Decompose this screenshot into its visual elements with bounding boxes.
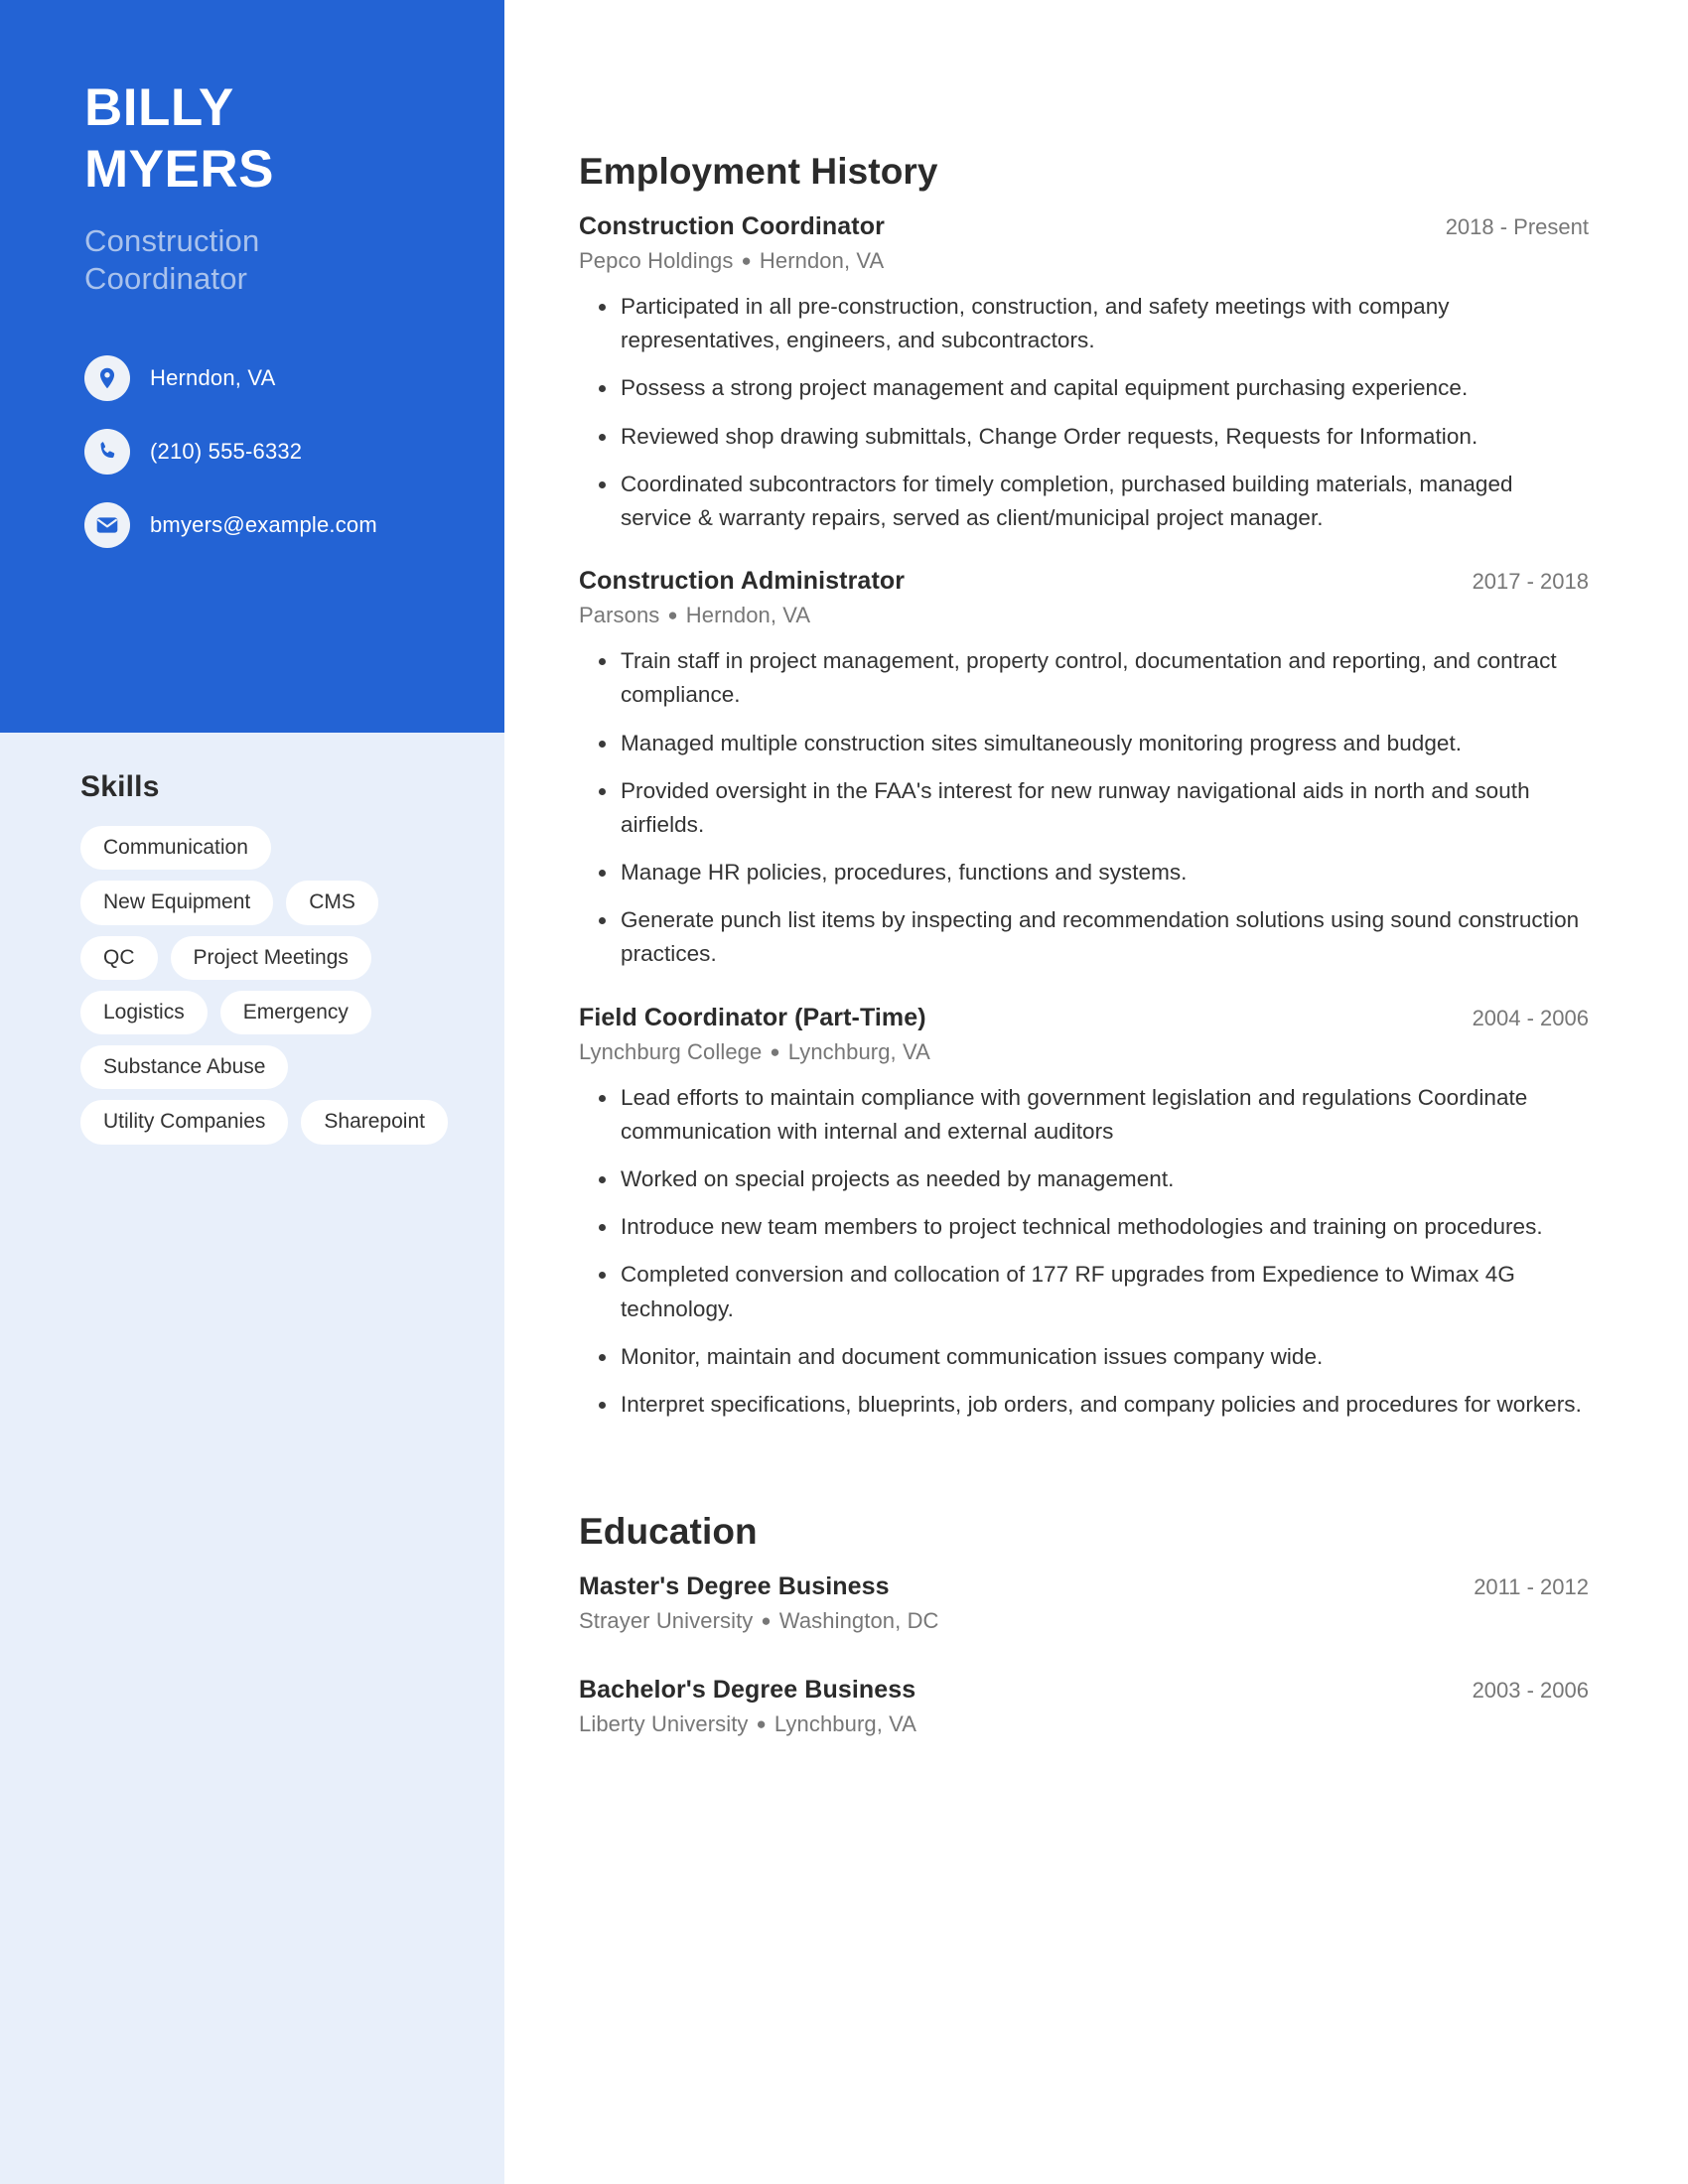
main-content: Employment History Construction Coordina… <box>504 0 1688 2184</box>
skill-pill[interactable]: New Equipment <box>80 881 274 925</box>
education-entry-title: Master's Degree Business <box>579 1572 890 1601</box>
last-name: MYERS <box>84 140 274 199</box>
bullet-item: Manage HR policies, procedures, function… <box>579 856 1589 889</box>
education-entry-header: Master's Degree Business 2011 - 2012 <box>579 1572 1589 1601</box>
bullet-item: Coordinated subcontractors for timely co… <box>579 468 1589 535</box>
employment-entry-subtitle: Parsons ● Herndon, VA <box>579 603 1589 628</box>
employment-history-heading: Employment History <box>579 151 938 192</box>
sidebar-header: BILLY MYERS Construction Coordinator Her… <box>0 0 504 733</box>
employment-entry-location: Lynchburg, VA <box>787 1038 930 1064</box>
education-entry-location: Washington, DC <box>778 1608 939 1634</box>
employment-entry: Field Coordinator (Part-Time) 2004 - 200… <box>579 1004 1589 1423</box>
bullet-item: Lead efforts to maintain compliance with… <box>579 1081 1589 1149</box>
bullet-separator-icon: ● <box>770 1041 780 1061</box>
employment-entry-date: 2004 - 2006 <box>1472 1005 1589 1030</box>
phone-icon <box>84 428 130 475</box>
employment-entry-company: Parsons <box>579 603 660 628</box>
employment-entry-header: Field Coordinator (Part-Time) 2004 - 200… <box>579 1004 1589 1032</box>
skills-section: Skills Communication New Equipment CMS Q… <box>0 733 504 1145</box>
employment-entry-company: Lynchburg College <box>579 1038 763 1064</box>
bullet-item: Managed multiple construction sites simu… <box>579 727 1589 760</box>
skill-pill[interactable]: CMS <box>286 881 378 925</box>
job-title-line-2: Coordinator <box>84 260 248 296</box>
contact-item-email: bmyers@example.com <box>84 501 435 548</box>
skill-pill[interactable]: Sharepoint <box>301 1100 448 1145</box>
skill-pill[interactable]: Logistics <box>80 990 208 1034</box>
candidate-job-title: Construction Coordinator <box>84 222 435 298</box>
education-entry-subtitle: Liberty University ● Lynchburg, VA <box>579 1711 1589 1737</box>
skill-pill[interactable]: QC <box>80 935 158 980</box>
employment-entry-title: Construction Coordinator <box>579 212 885 240</box>
education-entry-location: Lynchburg, VA <box>774 1711 917 1737</box>
skill-pill[interactable]: Utility Companies <box>80 1100 289 1145</box>
education-entry-school: Liberty University <box>579 1711 749 1737</box>
education-heading: Education <box>579 1511 758 1553</box>
employment-entry-subtitle: Pepco Holdings ● Herndon, VA <box>579 248 1589 274</box>
bullet-item: Train staff in project management, prope… <box>579 644 1589 712</box>
entry-spacer <box>579 986 1589 1004</box>
employment-entry-header: Construction Administrator 2017 - 2018 <box>579 567 1589 596</box>
resume-page: BILLY MYERS Construction Coordinator Her… <box>0 0 1688 2184</box>
skill-pill[interactable]: Project Meetings <box>170 935 371 980</box>
bullet-item: Worked on special projects as needed by … <box>579 1162 1589 1196</box>
bullet-item: Completed conversion and collocation of … <box>579 1258 1589 1325</box>
contact-item-phone: (210) 555-6332 <box>84 428 435 475</box>
bullet-separator-icon: ● <box>756 1714 767 1734</box>
entry-spacer <box>579 549 1589 567</box>
sidebar: BILLY MYERS Construction Coordinator Her… <box>0 0 504 2184</box>
employment-entry-company: Pepco Holdings <box>579 248 734 273</box>
education-entry-date: 2011 - 2012 <box>1474 1574 1589 1600</box>
employment-entry-location: Herndon, VA <box>685 603 811 628</box>
education-entry-school: Strayer University <box>579 1608 754 1634</box>
employment-entry-title: Field Coordinator (Part-Time) <box>579 1003 926 1031</box>
email-envelope-icon <box>84 501 130 548</box>
bullet-item: Monitor, maintain and document communica… <box>579 1340 1589 1374</box>
job-title-line-1: Construction <box>84 223 260 258</box>
bullet-item: Interpret specifications, blueprints, jo… <box>579 1388 1589 1422</box>
contact-location-text: Herndon, VA <box>150 364 276 390</box>
employment-entry-title: Construction Administrator <box>579 567 906 596</box>
bullet-item: Participated in all pre-construction, co… <box>579 290 1589 357</box>
education-entry-header: Bachelor's Degree Business 2003 - 2006 <box>579 1676 1589 1705</box>
employment-entry-bullets: Participated in all pre-construction, co… <box>579 290 1589 535</box>
contact-phone-text: (210) 555-6332 <box>150 438 303 464</box>
education-entry-subtitle: Strayer University ● Washington, DC <box>579 1608 1589 1634</box>
skill-pill[interactable]: Emergency <box>219 990 371 1034</box>
employment-entry-subtitle: Lynchburg College ● Lynchburg, VA <box>579 1039 1589 1065</box>
employment-history-section: Employment History Construction Coordina… <box>579 151 1589 1422</box>
bullet-item: Provided oversight in the FAA's interest… <box>579 774 1589 842</box>
skill-pill[interactable]: Communication <box>80 826 271 871</box>
employment-entry-bullets: Lead efforts to maintain compliance with… <box>579 1081 1589 1423</box>
bullet-item: Introduce new team members to project te… <box>579 1210 1589 1244</box>
first-name: BILLY <box>84 78 234 137</box>
employment-entry-location: Herndon, VA <box>759 248 885 273</box>
employment-entry-date: 2017 - 2018 <box>1472 569 1589 595</box>
education-entry-date: 2003 - 2006 <box>1472 1678 1589 1704</box>
skills-heading: Skills <box>80 770 160 803</box>
bullet-separator-icon: ● <box>761 1611 772 1631</box>
skills-pill-list: Communication New Equipment CMS QC Proje… <box>80 826 458 1145</box>
education-entry: Master's Degree Business 2011 - 2012 Str… <box>579 1572 1589 1634</box>
employment-entry: Construction Administrator 2017 - 2018 P… <box>579 567 1589 972</box>
bullet-separator-icon: ● <box>667 606 678 625</box>
bullet-item: Possess a strong project management and … <box>579 371 1589 405</box>
candidate-name: BILLY MYERS <box>84 77 435 201</box>
bullet-item: Generate punch list items by inspecting … <box>579 903 1589 971</box>
education-entry-title: Bachelor's Degree Business <box>579 1676 916 1705</box>
employment-entry-header: Construction Coordinator 2018 - Present <box>579 212 1589 241</box>
contact-email-text: bmyers@example.com <box>150 511 377 537</box>
contact-item-location: Herndon, VA <box>84 354 435 401</box>
education-entry: Bachelor's Degree Business 2003 - 2006 L… <box>579 1676 1589 1737</box>
employment-entry: Construction Coordinator 2018 - Present … <box>579 212 1589 535</box>
bullet-separator-icon: ● <box>741 251 752 270</box>
contact-list: Herndon, VA (210) 555-6332 bmyers@exampl… <box>84 354 435 548</box>
education-section: Education Master's Degree Business 2011 … <box>579 1511 1589 1737</box>
bullet-item: Reviewed shop drawing submittals, Change… <box>579 420 1589 454</box>
location-pin-icon <box>84 354 130 401</box>
skill-pill[interactable]: Substance Abuse <box>80 1045 289 1090</box>
employment-entry-bullets: Train staff in project management, prope… <box>579 644 1589 972</box>
employment-entry-date: 2018 - Present <box>1445 214 1589 239</box>
